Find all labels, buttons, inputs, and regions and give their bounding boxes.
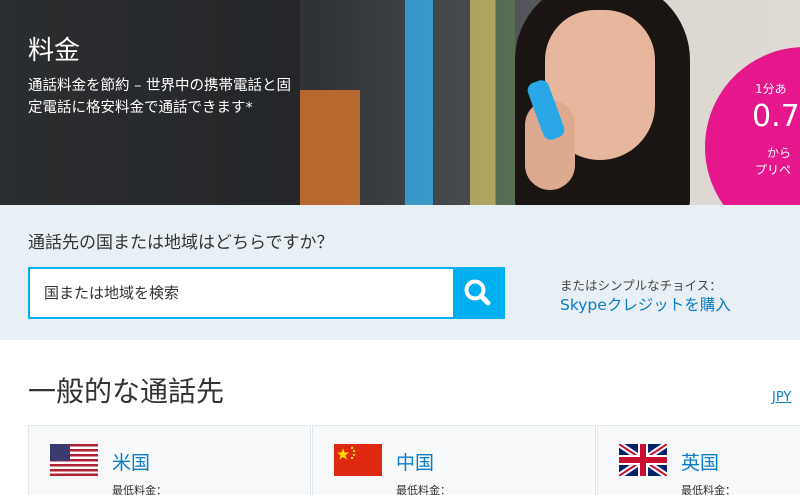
destination-name: 中国 (396, 452, 435, 474)
promo-line4: プリペ (755, 163, 792, 177)
destination-card-uk[interactable]: 英国 最低料金： (597, 425, 800, 495)
destination-name: 英国 (681, 452, 720, 474)
page-title: 料金 (28, 36, 81, 66)
hero-bg-streak (470, 0, 496, 205)
destination-min-rate: 最低料金： (112, 484, 167, 495)
destination-card-us[interactable]: 米国 最低料金： (28, 425, 311, 495)
promo-line3: から (767, 146, 792, 160)
destination-cards: 米国 最低料金： 中国 最低料金： 英国 最低料金： (28, 425, 800, 495)
destination-min-rate: 最低料金： (681, 484, 736, 495)
search-input[interactable] (30, 269, 455, 317)
search-box (28, 267, 505, 319)
hero-bg-streak (405, 0, 433, 205)
destination-card-cn[interactable]: 中国 最低料金： (312, 425, 596, 495)
currency-selector[interactable]: JPY (772, 390, 791, 405)
uk-flag-icon (619, 444, 667, 476)
alt-choice-label: またはシンプルなチョイス： (560, 278, 722, 293)
promo-price: 0.7 (752, 99, 800, 134)
hero-subtitle: 通話料金を節約 – 世界中の携帯電話と固定電話に格安料金で通話できます* (28, 78, 291, 116)
cn-flag-icon (334, 444, 382, 476)
search-button[interactable] (453, 269, 503, 317)
search-icon (464, 279, 491, 306)
destination-name: 米国 (112, 452, 151, 474)
buy-skype-credit-link[interactable]: Skypeクレジットを購入 (560, 293, 731, 315)
hero-photo-person (515, 0, 690, 205)
promo-line1: 1分あ (755, 82, 787, 96)
hero-banner: 料金 通話料金を節約 – 世界中の携帯電話と固定電話に格安料金で通話できます* … (0, 0, 800, 205)
us-flag-icon (50, 444, 98, 476)
search-question: 通話先の国または地域はどちらですか？ (28, 233, 334, 253)
hero-bg-streak (495, 0, 515, 205)
popular-destinations-title: 一般的な通話先 (28, 375, 225, 408)
search-section: 通話先の国または地域はどちらですか？ またはシンプルなチョイス： Skypeクレ… (0, 205, 800, 340)
destination-min-rate: 最低料金： (396, 484, 451, 495)
hero-bg-streak (300, 90, 360, 205)
